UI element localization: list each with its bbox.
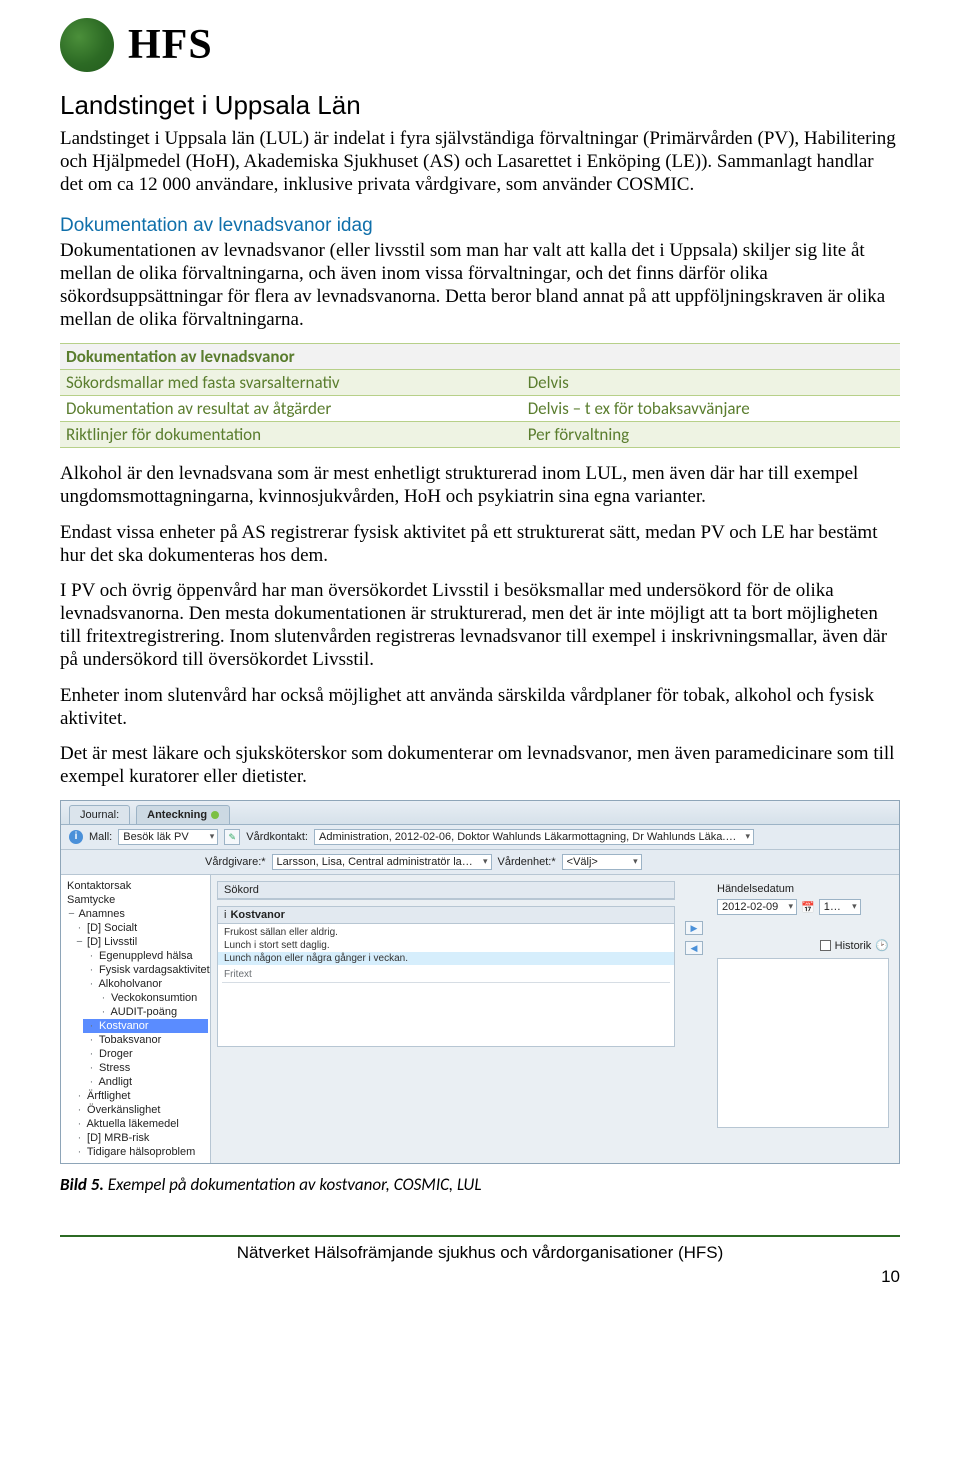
tree-item[interactable]: · Egenupplevd hälsa [83,949,208,963]
historik-checkbox[interactable] [820,940,831,951]
info-icon: i [224,909,226,921]
sokord-box: Sökord [217,881,675,900]
table-cell: Sökordsmallar med fasta svarsalternativ [60,370,522,396]
history-icon[interactable]: 🕑 [875,939,889,952]
logo-row: HFS [60,18,900,72]
kostvanor-box: iKostvanor Frukost sällan eller aldrig. … [217,906,675,1047]
fritext-label: Fritext [218,967,674,982]
list-item[interactable]: Lunch någon eller några gånger i veckan. [218,952,674,965]
caption-lead: Bild 5. [60,1174,104,1195]
caption-rest: Exempel på dokumentation av kostvanor, C… [104,1174,482,1195]
tree-panel: KontaktorsakSamtycke− Anamnes· [D] Socia… [61,875,211,1163]
kostvanor-label: Kostvanor [230,909,284,921]
sokord-head: Sökord [218,882,674,899]
vardenhet-label: Vårdenhet:* [498,856,556,868]
tree-item[interactable]: · Andligt [83,1075,208,1089]
paragraph-3: Endast vissa enheter på AS registrerar f… [60,521,900,567]
calendar-icon[interactable]: 📅 [801,901,815,914]
date-field[interactable]: 2012-02-09 [717,899,797,915]
cosmic-screenshot: Journal: Anteckning i Mall: Besök läk PV… [60,800,900,1164]
page-number: 10 [881,1267,900,1287]
tree-item[interactable]: · Stress [83,1061,208,1075]
mall-label: Mall: [89,831,112,843]
vardgivare-label: Vårdgivare:* [205,856,266,868]
table-cell: Delvis – t ex för tobaksavvänjare [522,396,900,422]
time-field[interactable]: 14:07 [819,899,861,915]
status-dot-icon [211,811,219,819]
page-title: Landstinget i Uppsala Län [60,90,900,121]
tree-item[interactable]: Samtycke [63,893,208,907]
tree-item[interactable]: · [D] Socialt [71,921,208,935]
figure-caption: Bild 5. Exempel på dokumentation av kost… [60,1174,900,1195]
paragraph-4: I PV och övrig öppenvård har man översök… [60,579,900,672]
tree-item[interactable]: · Veckokonsumtion [95,991,208,1005]
tree-item[interactable]: · Tobaksvanor [83,1033,208,1047]
table-cell: Per förvaltning [522,422,900,448]
table-cell: Delvis [522,370,900,396]
subheading-dokumentation: Dokumentation av levnadsvanor idag [60,215,900,237]
logo-text: HFS [128,21,213,69]
footer-rule [60,1235,900,1237]
handelse-label: Händelsedatum [713,881,893,897]
tree-item[interactable]: · Aktuella läkemedel [71,1117,208,1131]
tree-item[interactable]: · Överkänslighet [71,1103,208,1117]
dokumentation-table: Dokumentation av levnadsvanor Sökordsmal… [60,343,900,448]
tree-item[interactable]: − [D] Livsstil [71,935,208,949]
tab-journal[interactable]: Journal: [69,805,130,824]
table-cell: Dokumentation av resultat av åtgärder [60,396,522,422]
tree-item[interactable]: · Kostvanor [83,1019,208,1033]
table-header: Dokumentation av levnadsvanor [60,344,900,370]
tree-item[interactable]: · Fysisk vardagsaktivitet [83,963,208,977]
vardenhet-dropdown[interactable]: <Välj> [562,854,642,870]
tree-item[interactable]: · Alkoholvanor [83,977,208,991]
fritext-area[interactable] [222,982,670,1042]
tree-item[interactable]: · AUDIT-poäng [95,1005,208,1019]
table-cell: Riktlinjer för dokumentation [60,422,522,448]
intro-paragraph: Landstinget i Uppsala län (LUL) är indel… [60,127,900,197]
info-icon: i [69,830,83,844]
paragraph-6: Det är mest läkare och sjuksköterskor so… [60,742,900,788]
list-item[interactable]: Frukost sällan eller aldrig. [218,926,674,939]
tree-item[interactable]: · Tidigare hälsoproblem [71,1145,208,1159]
vardkontakt-dropdown[interactable]: Administration, 2012-02-06, Doktor Wahlu… [314,829,754,845]
paragraph-1: Dokumentationen av levnadsvanor (eller l… [60,239,900,332]
paragraph-5: Enheter inom slutenvård har också möjlig… [60,684,900,730]
right-empty-panel [717,958,889,1128]
logo-icon [60,18,114,72]
tree-item[interactable]: · Droger [83,1047,208,1061]
tree-item[interactable]: · Ärftlighet [71,1089,208,1103]
tree-item[interactable]: − Anamnes [63,907,208,921]
tree-item[interactable]: · [D] MRB-risk [71,1131,208,1145]
tree-item[interactable]: Kontaktorsak [63,879,208,893]
arrow-right-icon[interactable]: ▶ [685,921,703,935]
vardkontakt-label: Vårdkontakt: [246,831,308,843]
tab-anteckning[interactable]: Anteckning [136,805,230,824]
tab-anteckning-label: Anteckning [147,809,207,821]
edit-icon[interactable]: ✎ [224,829,240,845]
mall-dropdown[interactable]: Besök läk PV [118,829,218,845]
historik-label: Historik [835,940,872,952]
paragraph-2: Alkohol är den levnadsvana som är mest e… [60,462,900,508]
arrow-left-icon[interactable]: ◀ [685,941,703,955]
list-item[interactable]: Lunch i stort sett daglig. [218,939,674,952]
vardgivare-dropdown[interactable]: Larsson, Lisa, Central administratör lal… [272,854,492,870]
footer-text: Nätverket Hälsofrämjande sjukhus och vår… [60,1243,900,1263]
